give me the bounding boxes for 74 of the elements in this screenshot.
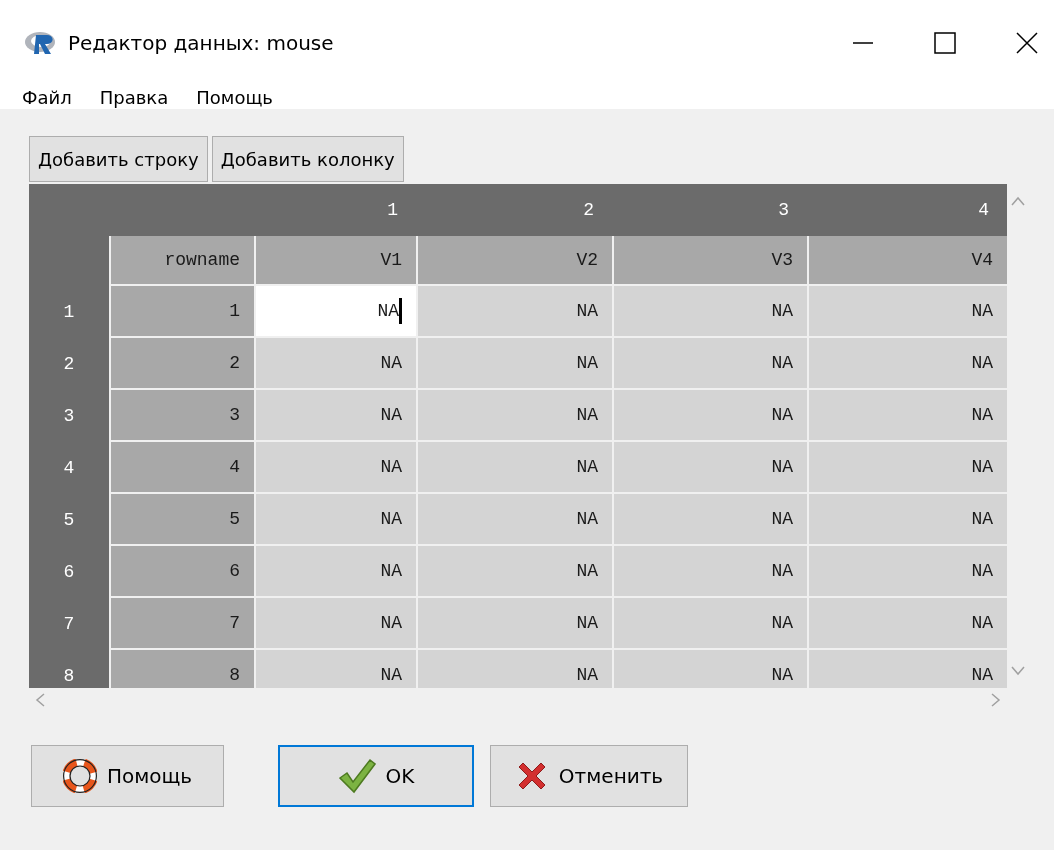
row-name-cell[interactable]: 1 bbox=[109, 286, 254, 338]
table-cell[interactable]: NA bbox=[807, 286, 1007, 338]
row-name-cell[interactable]: 8 bbox=[109, 650, 254, 688]
row-number: 7 bbox=[63, 612, 75, 636]
table-cell[interactable]: NA bbox=[254, 650, 416, 688]
close-icon[interactable] bbox=[1016, 31, 1038, 54]
table-cell[interactable]: NA bbox=[254, 338, 416, 390]
table-cell[interactable]: NA bbox=[416, 390, 612, 442]
row-number: 5 bbox=[63, 508, 75, 532]
column-number: 3 bbox=[778, 198, 789, 222]
table-cell[interactable]: NA bbox=[612, 494, 807, 546]
row-number: 4 bbox=[63, 456, 75, 480]
column-header[interactable]: rowname bbox=[109, 236, 254, 286]
ok-button[interactable]: OK bbox=[278, 745, 474, 807]
table-cell[interactable]: NA bbox=[612, 650, 807, 688]
table-cell[interactable]: NA bbox=[807, 338, 1007, 390]
table-cell[interactable]: NA bbox=[807, 598, 1007, 650]
table-cell[interactable]: NA bbox=[807, 546, 1007, 598]
help-button[interactable]: Помощь bbox=[31, 745, 224, 807]
table-cell[interactable]: NA bbox=[416, 650, 612, 688]
table-cell[interactable]: NA bbox=[612, 390, 807, 442]
column-number: 1 bbox=[387, 198, 398, 222]
row-number: 8 bbox=[63, 664, 75, 688]
table-cell[interactable]: NA bbox=[254, 390, 416, 442]
table-cell[interactable]: NA bbox=[254, 286, 416, 338]
checkmark-icon bbox=[337, 758, 376, 794]
table-cell[interactable]: NA bbox=[612, 286, 807, 338]
toolbar-button[interactable]: Добавить колонку bbox=[211, 136, 404, 182]
table-cell[interactable]: NA bbox=[612, 546, 807, 598]
scroll-left-icon[interactable] bbox=[35, 693, 45, 707]
row-name-cell[interactable]: 4 bbox=[109, 442, 254, 494]
table-cell[interactable]: NA bbox=[612, 338, 807, 390]
table-cell[interactable]: NA bbox=[416, 598, 612, 650]
window-title: Редактор данных: mouse bbox=[68, 29, 334, 57]
row-name-cell[interactable]: 2 bbox=[109, 338, 254, 390]
table-cell[interactable]: NA bbox=[807, 390, 1007, 442]
table-cell[interactable]: NA bbox=[416, 494, 612, 546]
column-header[interactable]: V4 bbox=[807, 236, 1007, 286]
column-number: 2 bbox=[583, 198, 594, 222]
column-header[interactable]: V1 bbox=[254, 236, 416, 286]
table-cell[interactable]: NA bbox=[612, 442, 807, 494]
table-cell[interactable]: NA bbox=[612, 598, 807, 650]
row-name-cell[interactable]: 3 bbox=[109, 390, 254, 442]
row-name-cell[interactable]: 5 bbox=[109, 494, 254, 546]
scroll-down-icon[interactable] bbox=[1011, 666, 1025, 676]
cancel-button[interactable]: Отменить bbox=[490, 745, 688, 807]
table-cell[interactable]: NA bbox=[254, 494, 416, 546]
table-cell[interactable]: NA bbox=[254, 442, 416, 494]
table-cell[interactable]: NA bbox=[807, 442, 1007, 494]
lifebuoy-icon bbox=[62, 759, 97, 793]
column-number: 4 bbox=[978, 198, 989, 222]
table-cell[interactable]: NA bbox=[254, 546, 416, 598]
scroll-right-icon[interactable] bbox=[991, 693, 1001, 707]
table-cell[interactable]: NA bbox=[416, 546, 612, 598]
table-cell[interactable]: NA bbox=[807, 494, 1007, 546]
menu-item[interactable]: Файл bbox=[22, 83, 72, 111]
menu-item[interactable]: Правка bbox=[99, 83, 169, 111]
toolbar-button[interactable]: Добавить строку bbox=[29, 136, 208, 182]
row-number: 2 bbox=[63, 352, 75, 376]
table-cell[interactable]: NA bbox=[416, 338, 612, 390]
maximize-icon[interactable] bbox=[934, 31, 956, 54]
column-header[interactable]: V2 bbox=[416, 236, 612, 286]
table-cell[interactable]: NA bbox=[807, 650, 1007, 688]
column-header[interactable]: V3 bbox=[612, 236, 807, 286]
row-name-cell[interactable]: 6 bbox=[109, 546, 254, 598]
table-cell[interactable]: NA bbox=[416, 286, 612, 338]
scroll-up-icon[interactable] bbox=[1011, 196, 1025, 206]
table-cell[interactable]: NA bbox=[254, 598, 416, 650]
table-cell[interactable]: NA bbox=[416, 442, 612, 494]
row-number: 6 bbox=[63, 560, 75, 584]
row-number: 3 bbox=[63, 404, 75, 428]
menu-item[interactable]: Помощь bbox=[196, 83, 273, 111]
row-name-cell[interactable]: 7 bbox=[109, 598, 254, 650]
row-number: 1 bbox=[63, 300, 75, 324]
